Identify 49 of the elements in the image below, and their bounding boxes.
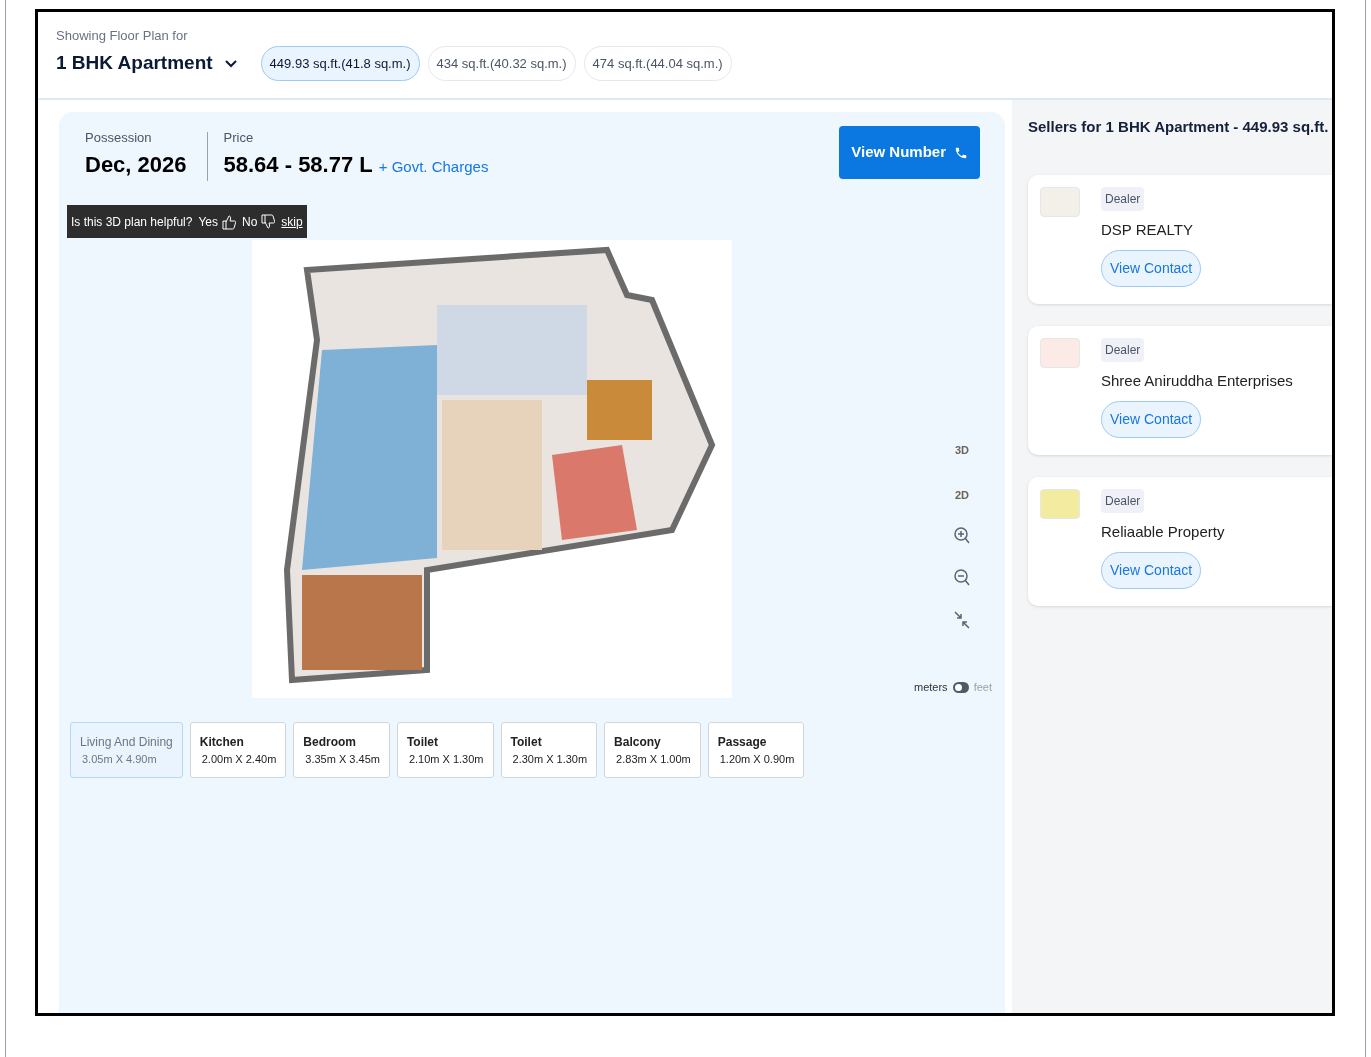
configuration-dropdown[interactable]: 1 BHK Apartment xyxy=(56,49,237,78)
dealer-badge: Dealer xyxy=(1101,488,1145,513)
collapse-button[interactable] xyxy=(954,611,970,629)
room-chip[interactable]: Toilet 2.10m X 1.30m xyxy=(396,722,494,778)
room-chip[interactable]: Passage 1.20m X 0.90m xyxy=(707,722,805,778)
zoom-in-button[interactable] xyxy=(954,527,970,545)
view-contact-button[interactable]: View Contact xyxy=(1101,552,1202,589)
room-chip[interactable]: Toilet 2.30m X 1.30m xyxy=(500,722,598,778)
possession-label: Possession xyxy=(85,129,153,147)
possession-date: Dec, 2026 xyxy=(85,150,187,179)
thumbs-down-icon xyxy=(261,213,276,230)
view-contact-button[interactable]: View Contact xyxy=(1101,401,1202,438)
view-contact-button[interactable]: View Contact xyxy=(1101,250,1202,287)
yes-button[interactable]: Yes xyxy=(198,212,236,231)
room-chip[interactable]: Kitchen 2.00m X 2.40m xyxy=(189,722,287,778)
view-mode-button[interactable]: 2D xyxy=(954,486,970,503)
unit-label: feet xyxy=(973,680,992,695)
seller-name: DSP REALTY xyxy=(1101,219,1193,240)
area-chip[interactable]: 434 sq.ft.(40.32 sq.m.) xyxy=(427,46,576,81)
arrows-inward-icon xyxy=(954,611,970,629)
unit-label: meters xyxy=(914,680,948,695)
govt-charges-link[interactable]: + Govt. Charges xyxy=(378,155,489,178)
seller-logo xyxy=(1040,488,1080,519)
price-label: Price xyxy=(223,129,255,147)
no-button[interactable]: No xyxy=(242,212,276,231)
seller-logo xyxy=(1040,337,1080,368)
seller-name: Shree Aniruddha Enterprises xyxy=(1101,370,1293,391)
room-chip[interactable]: Balcony 2.83m X 1.00m xyxy=(604,722,701,778)
area-chip[interactable]: 474 sq.ft.(44.04 sq.m.) xyxy=(583,46,732,81)
unit-toggle[interactable] xyxy=(952,681,969,693)
feedback-question: Is this 3D plan helpful? xyxy=(71,213,193,231)
dealer-badge: Dealer xyxy=(1101,337,1145,362)
thumbs-up-icon xyxy=(222,213,236,230)
seller-name: Reliaable Property xyxy=(1101,521,1225,542)
room-chip[interactable]: Living And Dining 3.05m X 4.90m xyxy=(70,722,183,778)
header-caption: Showing Floor Plan for xyxy=(56,28,188,44)
zoom-out-icon xyxy=(954,569,970,587)
dealer-badge: Dealer xyxy=(1101,186,1145,211)
skip-link[interactable]: skip xyxy=(281,212,303,231)
view-mode-button[interactable]: 3D xyxy=(954,442,970,459)
sellers-heading: Sellers for 1 BHK Apartment - 449.93 sq.ft. xyxy=(1028,117,1330,137)
chevron-down-icon xyxy=(224,59,237,68)
zoom-out-button[interactable] xyxy=(954,569,970,587)
area-chip[interactable]: 449.93 sq.ft.(41.8 sq.m.) xyxy=(260,46,420,81)
seller-logo xyxy=(1040,186,1080,217)
zoom-in-icon xyxy=(954,527,970,545)
room-chip[interactable]: Bedroom 3.35m X 3.45m xyxy=(293,722,390,778)
view-number-button[interactable]: View Number xyxy=(839,126,980,179)
price-range: 58.64 - 58.77 L xyxy=(223,150,373,179)
